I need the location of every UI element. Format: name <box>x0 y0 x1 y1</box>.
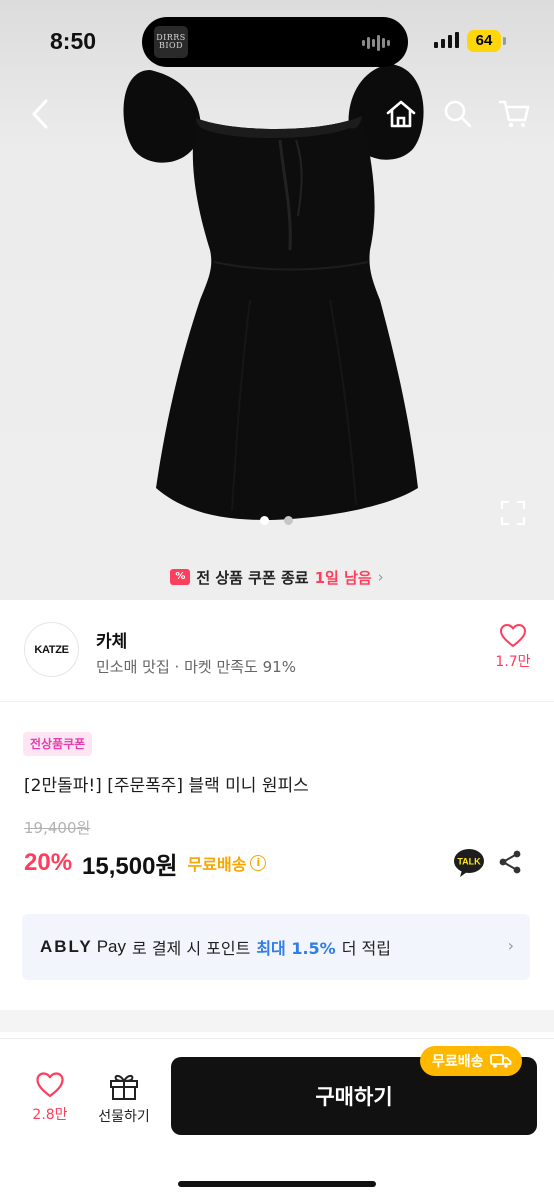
cart-button[interactable] <box>496 96 532 132</box>
chevron-right-icon: › <box>507 936 514 955</box>
dynamic-island: DIRRS BIOD <box>142 17 408 67</box>
free-shipping-chip-text: 무료배송 <box>432 1054 484 1070</box>
product-title: [2만돌파!] [주문폭주] 블랙 미니 원피스 <box>24 776 309 796</box>
cart-icon <box>498 100 530 128</box>
fullscreen-icon <box>501 501 525 525</box>
discount-rate: 20% <box>24 849 73 876</box>
talk-label: TALK <box>457 857 481 867</box>
home-icon <box>386 100 416 128</box>
coupon-banner-text: 전 상품 쿠폰 종료 <box>196 568 309 587</box>
battery-indicator: 64 <box>467 30 501 52</box>
free-shipping-text: 무료배송 <box>187 855 247 874</box>
like-count: 2.8만 <box>32 1107 68 1123</box>
share-icon <box>499 850 521 874</box>
status-bar: 8:50 DIRRS BIOD 64 <box>0 0 554 84</box>
coupon-end-banner[interactable]: % 전 상품 쿠폰 종료 1일 남음 › <box>0 562 554 592</box>
black-mini-dress-image <box>0 0 554 600</box>
search-button[interactable] <box>440 96 476 132</box>
pay-banner-text-after: 더 적립 <box>341 939 391 958</box>
store-logo[interactable]: KATZE <box>24 622 79 677</box>
pager-dot-active <box>260 516 269 525</box>
chevron-left-icon <box>32 99 48 129</box>
gift-label: 선물하기 <box>98 1109 150 1125</box>
talk-icon: TALK <box>454 849 484 877</box>
now-playing-artwork: DIRRS BIOD <box>154 26 188 58</box>
like-button[interactable]: 2.8만 <box>20 1072 80 1124</box>
info-icon[interactable]: i <box>250 855 267 871</box>
audio-wave-icon <box>362 35 390 51</box>
pay-banner-text: 로 결제 시 포인트 <box>132 939 251 958</box>
coupon-badge: 전상품쿠폰 <box>23 732 93 756</box>
price-row: 20% 15,500원 무료배송 i <box>24 846 267 880</box>
gift-icon <box>110 1074 138 1100</box>
heart-icon <box>500 624 526 647</box>
heart-icon <box>36 1072 64 1098</box>
pay-banner-highlight: 최대 1.5% <box>256 939 336 958</box>
truck-icon <box>489 1054 511 1068</box>
expand-button[interactable] <box>500 500 526 530</box>
store-like-button[interactable]: 1.7만 <box>490 624 536 676</box>
chevron-right-icon: › <box>377 568 384 586</box>
store-like-count: 1.7만 <box>495 654 531 670</box>
store-name[interactable]: 카체 <box>96 627 127 652</box>
battery-cap <box>503 37 506 45</box>
original-price: 19,400원 <box>24 819 91 837</box>
back-button[interactable] <box>22 96 58 132</box>
home-button[interactable] <box>383 96 419 132</box>
sale-price: 15,500원 <box>82 852 178 880</box>
free-shipping-chip: 무료배송 <box>420 1046 522 1076</box>
store-subtitle: 민소매 맛집 · 마켓 만족도 91% <box>96 658 296 676</box>
ably-pay-banner[interactable]: ABLY Pay 로 결제 시 포인트 최대 1.5% 더 적립 › <box>22 914 530 980</box>
coupon-tag-icon: % <box>170 569 191 585</box>
status-time: 8:50 <box>50 28 97 54</box>
pay-label: Pay <box>96 937 127 956</box>
product-image[interactable]: 8:50 DIRRS BIOD 64 % 전 상품 쿠폰 종료 1일 남음 › <box>0 0 554 600</box>
section-divider <box>0 1010 554 1032</box>
ably-brand: ABLY <box>40 937 93 956</box>
coupon-remaining: 1일 남음 <box>314 568 372 587</box>
search-icon <box>444 100 472 128</box>
kakao-talk-share-button[interactable]: TALK <box>453 848 485 882</box>
free-shipping-label[interactable]: 무료배송 i <box>188 851 267 875</box>
store-section[interactable] <box>0 600 554 702</box>
home-indicator <box>178 1181 376 1187</box>
signal-icon <box>434 32 459 48</box>
gift-button[interactable]: 선물하기 <box>94 1072 154 1126</box>
pager-dot <box>284 516 293 525</box>
share-button[interactable] <box>497 849 523 879</box>
